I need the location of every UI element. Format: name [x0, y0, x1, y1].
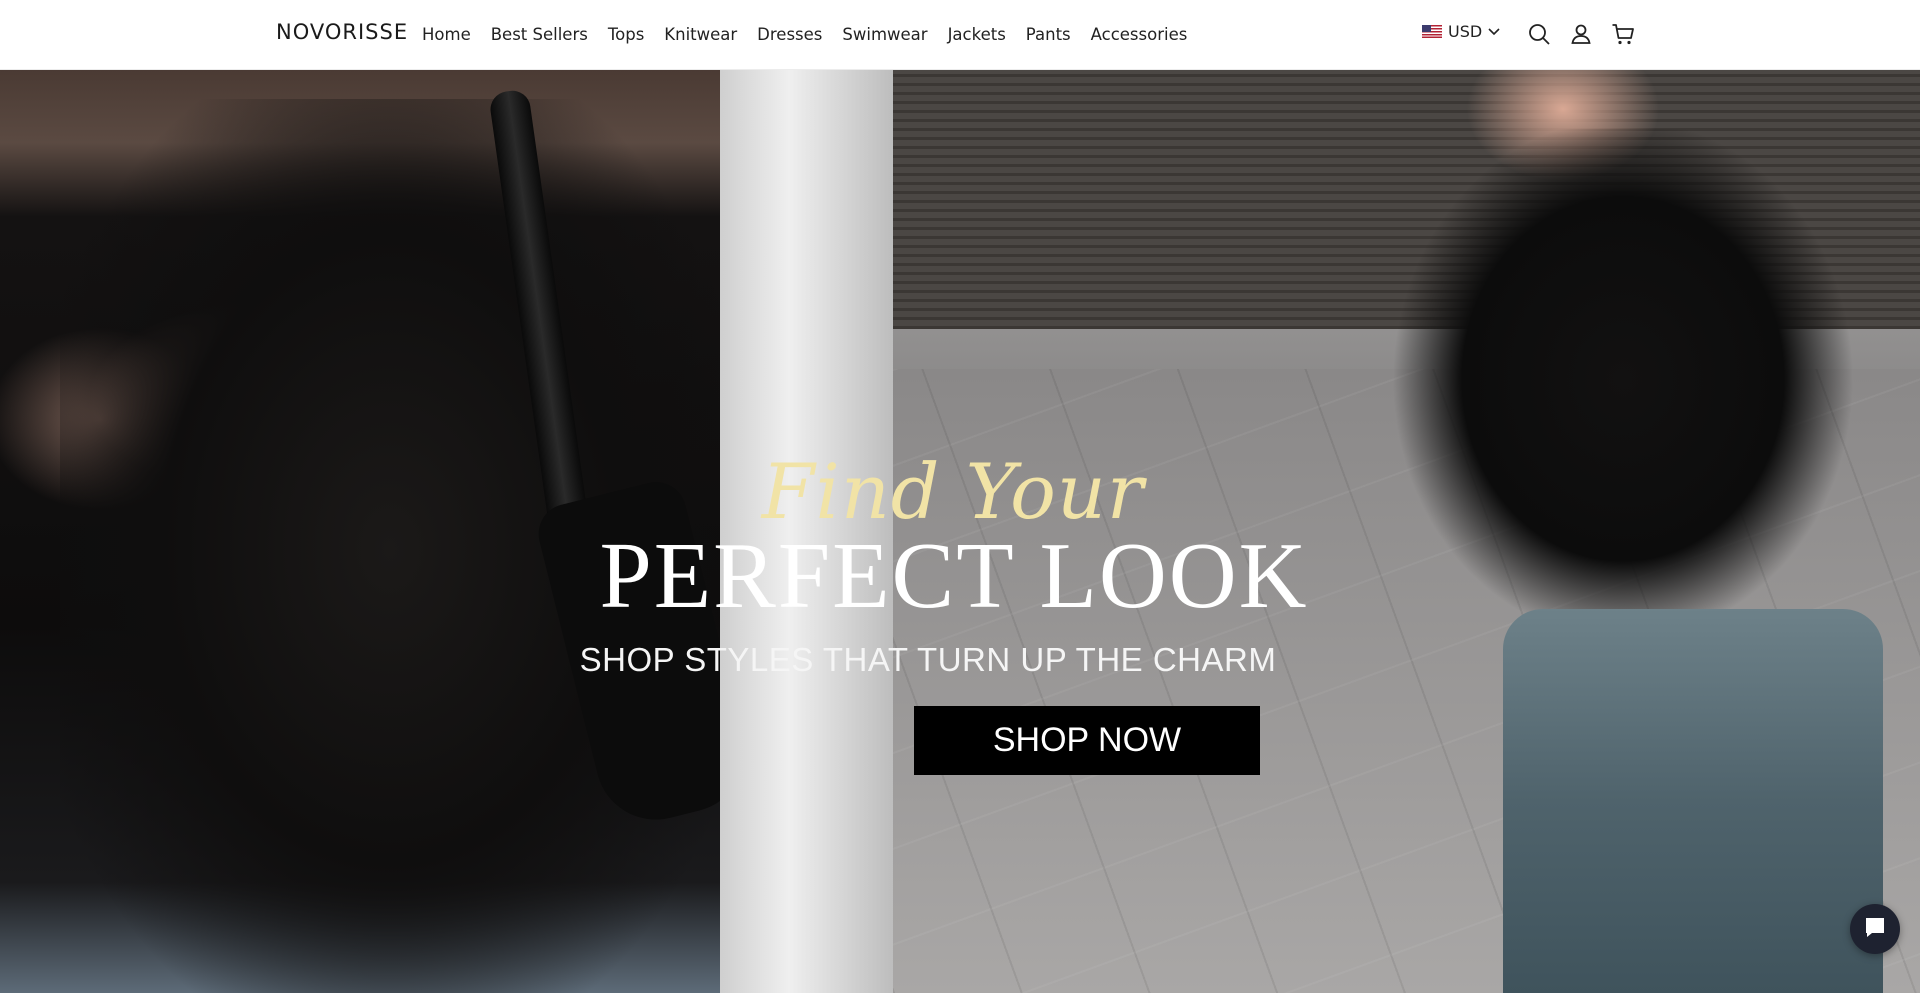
- currency-label: USD: [1448, 22, 1483, 41]
- nav-home[interactable]: Home: [422, 25, 471, 44]
- chat-button[interactable]: [1850, 904, 1900, 954]
- currency-selector[interactable]: USD: [1422, 22, 1500, 41]
- chat-icon: [1862, 914, 1888, 945]
- nav-knitwear[interactable]: Knitwear: [664, 25, 737, 44]
- site-logo[interactable]: NOVORISSE: [276, 20, 408, 44]
- nav-jackets[interactable]: Jackets: [948, 25, 1006, 44]
- hero-subline: SHOP STYLES THAT TURN UP THE CHARM: [579, 641, 1277, 678]
- search-icon[interactable]: [1527, 22, 1551, 46]
- nav-best-sellers[interactable]: Best Sellers: [491, 25, 588, 44]
- nav-swimwear[interactable]: Swimwear: [842, 25, 927, 44]
- site-header: NOVORISSE Home Best Sellers Tops Knitwea…: [0, 0, 1920, 70]
- hero-headline: PERFECT LOOK: [599, 524, 1309, 628]
- shop-now-button[interactable]: SHOP NOW: [914, 706, 1260, 775]
- hero-banner: Find Your PERFECT LOOK SHOP STYLES THAT …: [0, 69, 1920, 993]
- us-flag-icon: [1422, 25, 1442, 38]
- cart-icon[interactable]: [1611, 22, 1635, 46]
- nav-dresses[interactable]: Dresses: [757, 25, 822, 44]
- nav-tops[interactable]: Tops: [608, 25, 644, 44]
- chevron-down-icon: [1488, 23, 1500, 41]
- nav-pants[interactable]: Pants: [1026, 25, 1071, 44]
- hero-text-block: Find Your PERFECT LOOK SHOP STYLES THAT …: [0, 69, 1920, 993]
- nav-accessories[interactable]: Accessories: [1091, 25, 1188, 44]
- main-nav: Home Best Sellers Tops Knitwear Dresses …: [422, 0, 1207, 69]
- account-icon[interactable]: [1569, 22, 1593, 46]
